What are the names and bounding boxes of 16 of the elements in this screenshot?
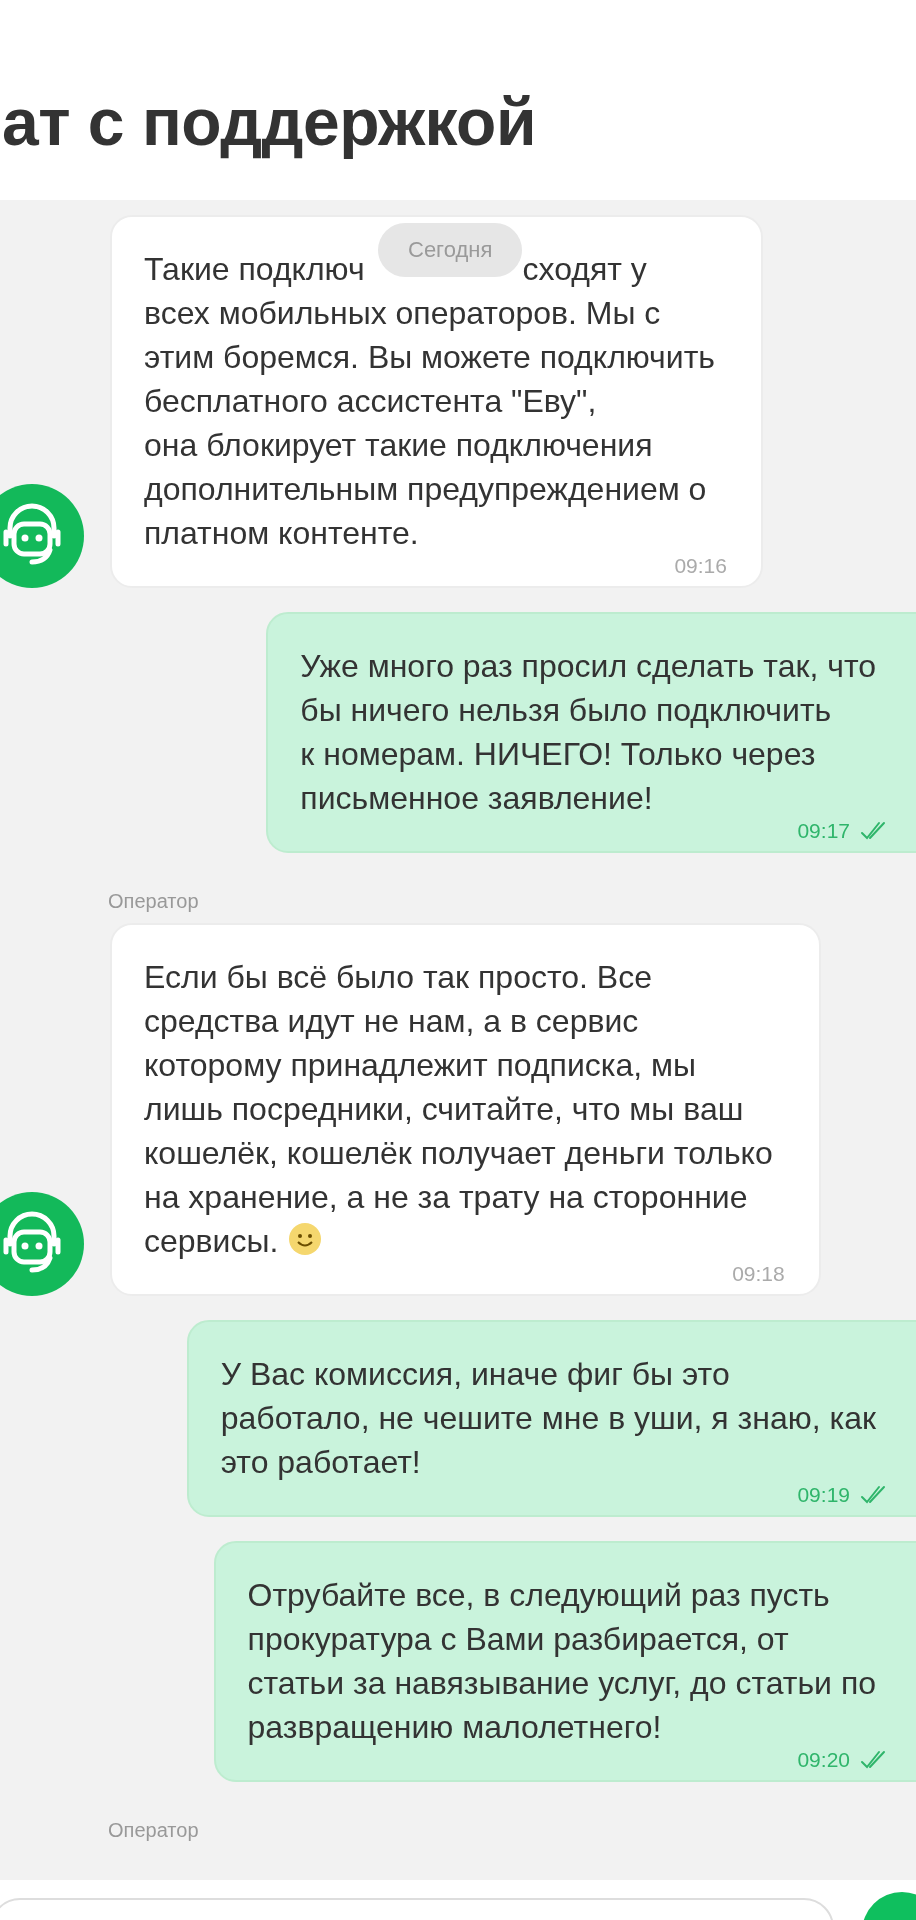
message-text: Отрубайте все, в следующий раз пусть прокуратура с Вами разбирается, от статьи за навязывание услуг, до статьи по развращению малолетнего!	[247, 1576, 877, 1747]
message-text-fragment: сходят у	[522, 250, 647, 289]
sender-label: Оператор	[108, 1818, 200, 1842]
message-time: 09:18	[732, 1263, 785, 1284]
message-text-fragment: Такие подключ	[144, 250, 365, 289]
message-time: 09:19	[797, 1484, 850, 1505]
message-text: Если бы всё было так просто. Все средства идут не нам, а в сервис которому принадлежит подписка, мы лишь посредники, считайте, что мы ваш кошелёк, кошелёк получает деньги только на хранение, а не за трату на сторонние сервисы.	[144, 958, 774, 1261]
message-text: У Вас комиссия, иначе фиг бы это работало, не чешите мне в уши, я знаю, как это работает!	[220, 1355, 877, 1482]
message-time: 09:17	[797, 820, 850, 841]
message-text: всех мобильных операторов. Мы с этим боремся. Вы можете подключить бесплатного ассистента "Еву", она блокирует такие подключения дополнительным предупреждением о платном контенте.	[144, 294, 716, 553]
sender-label: Оператор	[108, 889, 200, 913]
message-text: Уже много раз просил сделать так, что бы ничего нельзя было подключить к номерам. НИЧЕГО! Только через письменное заявление!	[300, 647, 877, 818]
message-time: 09:16	[674, 555, 727, 576]
date-chip: Сегодня	[378, 223, 523, 277]
message-time: 09:20	[797, 1749, 850, 1770]
page-title: ат с поддержкой	[2, 84, 536, 160]
